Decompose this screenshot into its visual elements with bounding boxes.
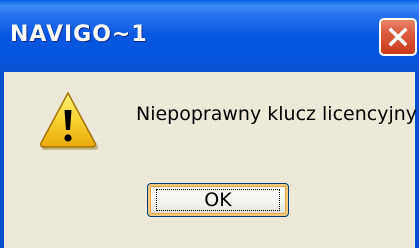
title-bar[interactable]: NAVIGO~1: [0, 0, 419, 72]
close-icon: [388, 27, 408, 47]
window-border-left: [0, 72, 4, 248]
dialog-window: NAVIGO~1 Niepoprawny klucz licencyjny OK: [0, 0, 419, 248]
ok-button-label: OK: [204, 189, 232, 211]
window-border-right: [415, 72, 419, 248]
dialog-message: Niepoprawny klucz licencyjny: [136, 103, 418, 125]
window-title: NAVIGO~1: [10, 22, 148, 47]
ok-button[interactable]: OK: [147, 183, 289, 217]
close-button[interactable]: [379, 18, 417, 56]
warning-icon: [40, 91, 99, 150]
